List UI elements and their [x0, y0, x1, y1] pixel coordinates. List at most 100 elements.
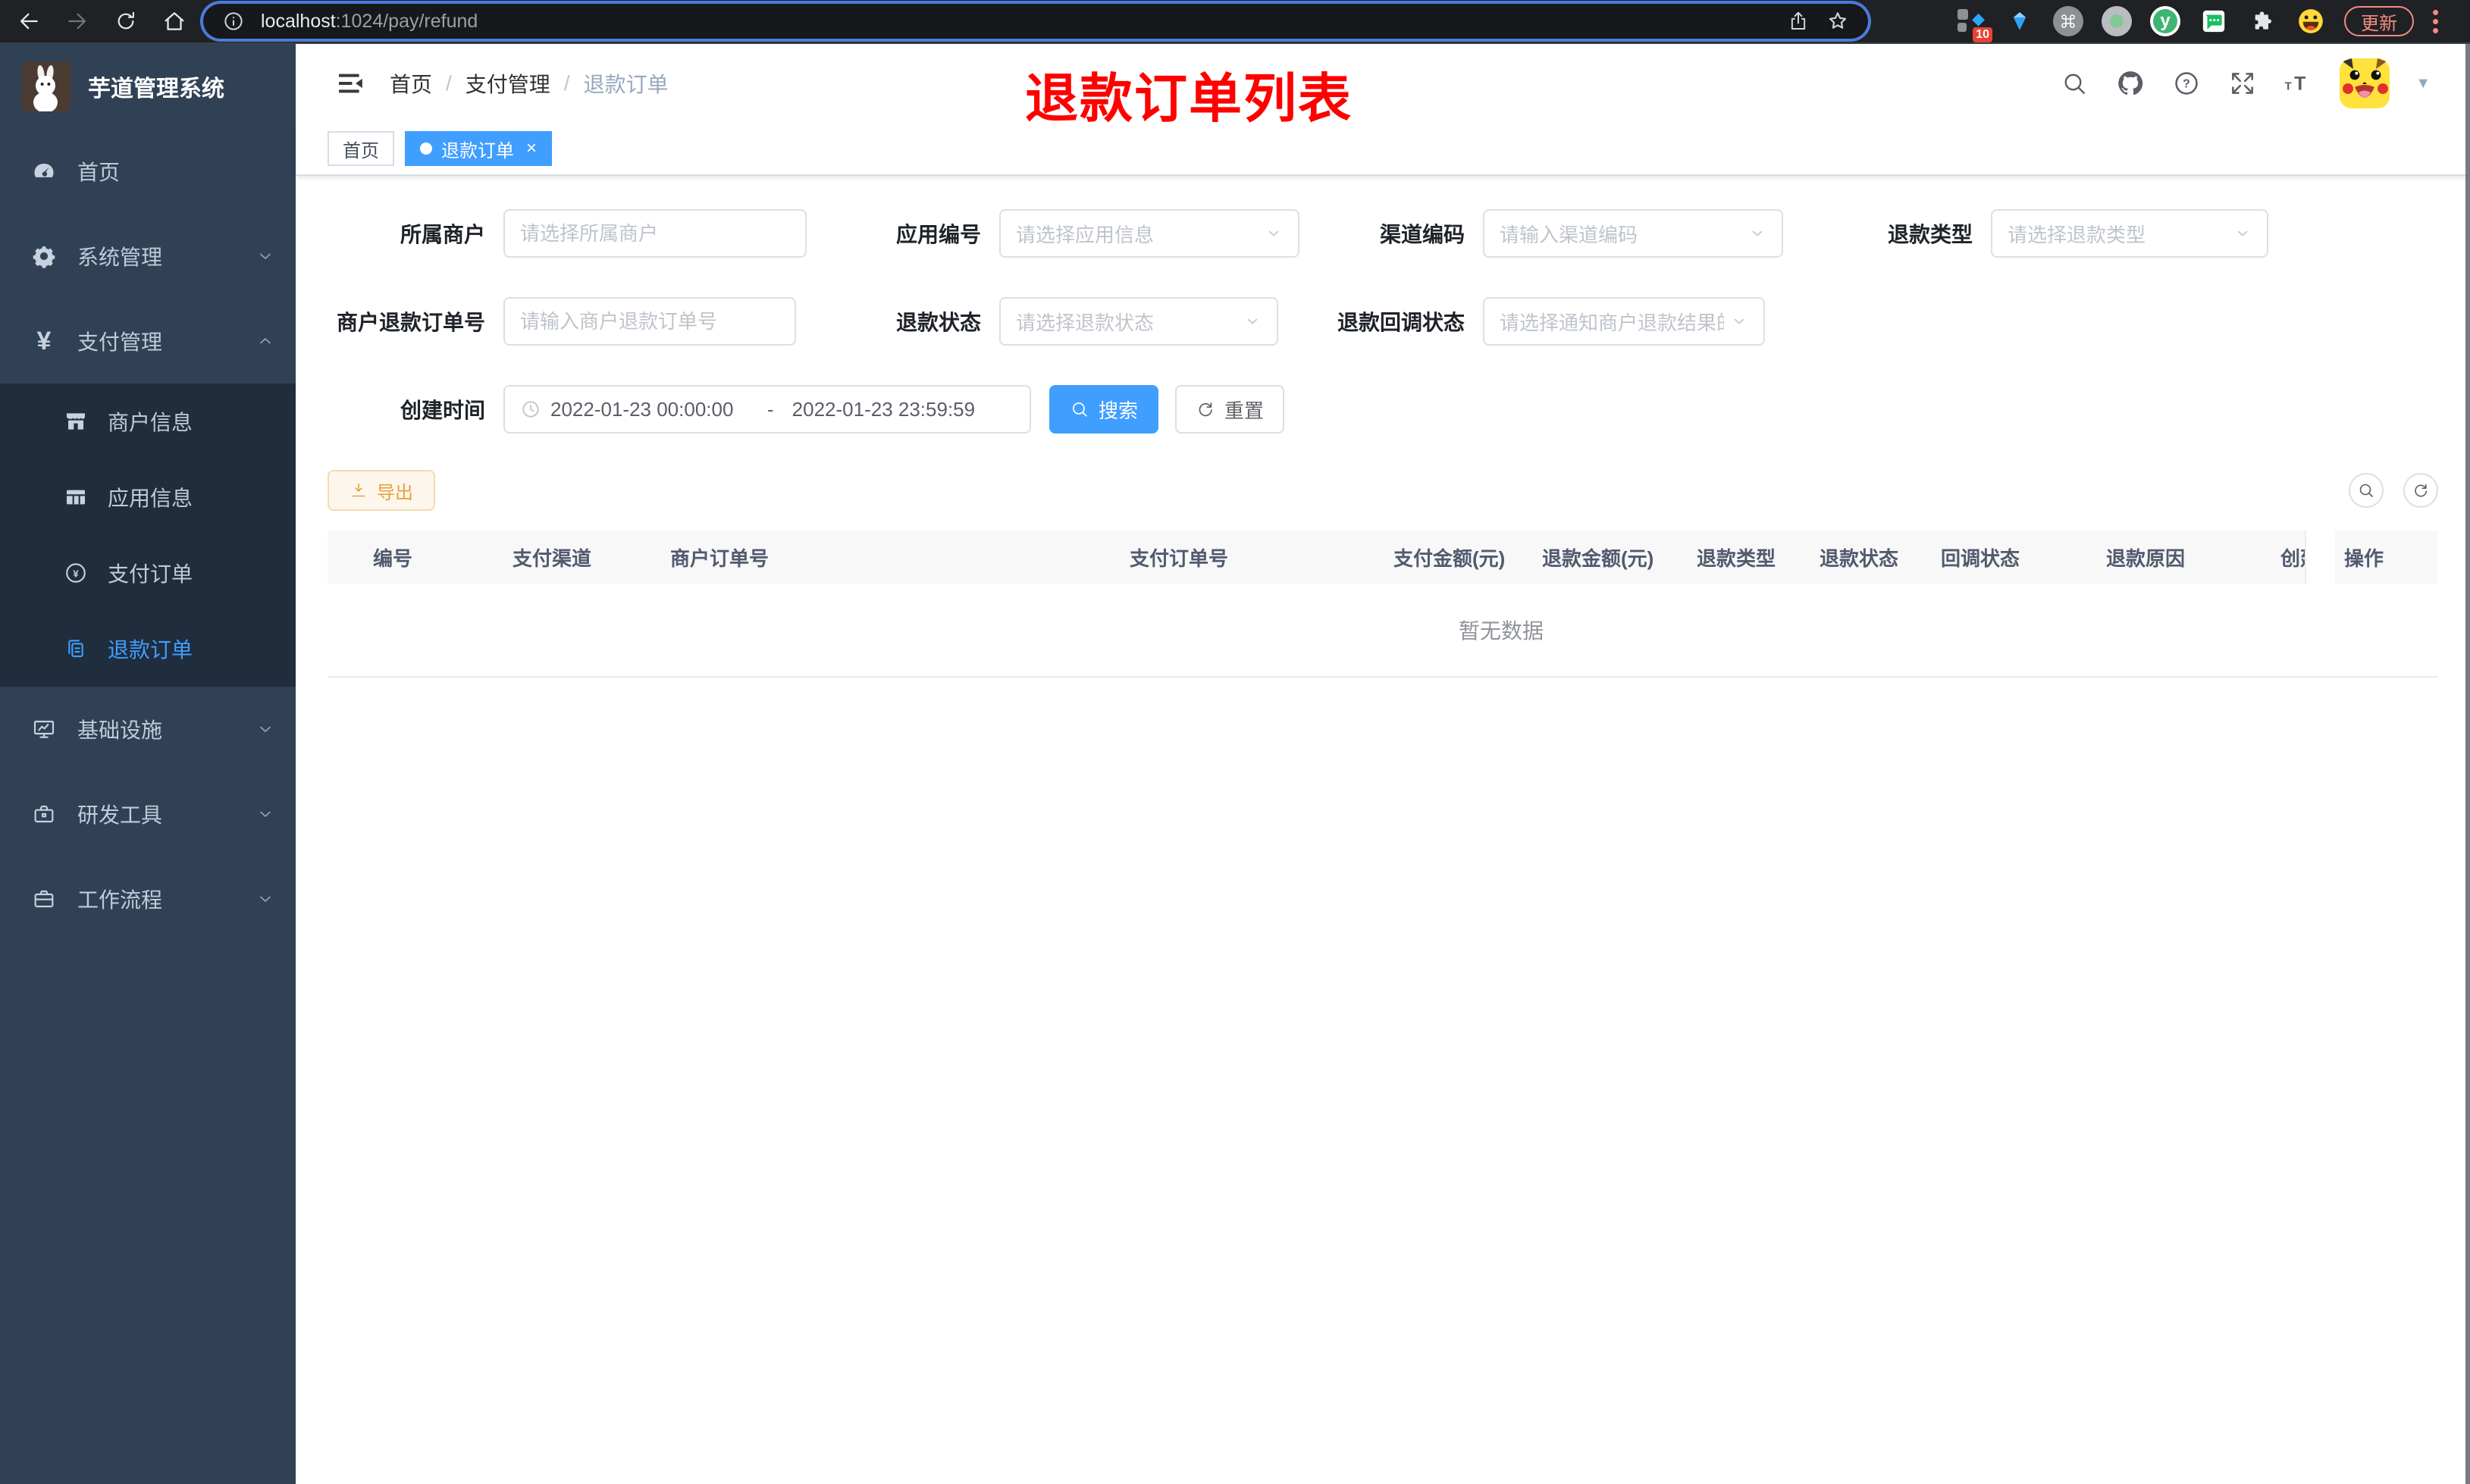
browser-menu-icon[interactable]: • • • [2432, 2, 2439, 40]
tag-dot [420, 142, 432, 155]
col-refund-type: 退款类型 [1697, 546, 1776, 570]
share-icon[interactable] [1783, 6, 1813, 36]
chevron-down-icon [256, 805, 274, 823]
field-label: 退款状态 [895, 311, 981, 334]
sidebar-item-label: 应用信息 [108, 487, 193, 510]
breadcrumb-current: 退款订单 [583, 73, 669, 96]
back-icon[interactable] [12, 5, 45, 38]
sidebar-item-pay[interactable]: ¥ 支付管理 [0, 299, 296, 384]
refresh-icon[interactable] [2403, 473, 2438, 508]
extension-dot-icon[interactable] [2102, 6, 2132, 36]
reset-button[interactable]: 重置 [1175, 385, 1284, 434]
grid-table-icon [64, 485, 88, 509]
breadcrumb-separator: / [563, 71, 570, 95]
refund-docs-icon [64, 637, 88, 661]
extension-chat-icon[interactable] [2199, 6, 2229, 36]
show-search-icon[interactable] [2349, 473, 2384, 508]
merchant-select[interactable] [503, 209, 807, 258]
breadcrumb-pay[interactable]: 支付管理 [465, 68, 550, 99]
main-area: 首页 / 支付管理 / 退款订单 退款订单列表 ? TT ▼ 首页 退款订单 ×… [296, 44, 2470, 1484]
sidebar-item-refund-order[interactable]: 退款订单 [0, 611, 296, 687]
extension-kite-icon[interactable] [2005, 6, 2035, 36]
forward-icon[interactable] [61, 5, 94, 38]
breadcrumb-home[interactable]: 首页 [390, 68, 432, 99]
app-logo [21, 61, 71, 111]
sidebar-item-pay-order[interactable]: ¥ 支付订单 [0, 535, 296, 611]
address-bar[interactable]: localhost:1024/pay/refund [203, 4, 1868, 39]
os-scrollbar[interactable] [2465, 44, 2470, 1484]
empty-text: 暂无数据 [1459, 619, 1544, 643]
search-button[interactable]: 搜索 [1049, 385, 1158, 434]
sidebar-item-label: 退款订单 [108, 638, 193, 662]
date-separator: - [767, 397, 774, 421]
reload-icon[interactable] [109, 5, 143, 38]
chevron-down-icon [1730, 312, 1748, 330]
yen-circle-icon: ¥ [64, 561, 88, 585]
sidebar-item-app-info[interactable]: 应用信息 [0, 459, 296, 535]
caret-down-icon[interactable]: ▼ [2415, 75, 2431, 92]
font-size-icon[interactable]: TT [2283, 68, 2314, 99]
sidebar-logo-row[interactable]: 芋道管理系统 [0, 44, 296, 129]
search-button-label: 搜索 [1098, 399, 1138, 422]
refund-type-select[interactable]: 请选择退款类型 [1991, 209, 2268, 258]
fullscreen-icon[interactable] [2227, 68, 2258, 99]
tag-refund-order[interactable]: 退款订单 × [405, 131, 553, 166]
sidebar-item-infra[interactable]: 基础设施 [0, 687, 296, 772]
merchant-refund-no-input[interactable] [520, 309, 779, 333]
sidebar-item-devtools[interactable]: 研发工具 [0, 772, 296, 856]
notify-status-select[interactable]: 请选择通知商户退款结果的 [1483, 297, 1765, 346]
tag-label: 首页 [343, 140, 379, 161]
extension-command-icon[interactable] [2053, 6, 2083, 36]
screen: localhost:1024/pay/refund ◆ 10 y 更新 • • • [0, 0, 2470, 1484]
extensions-puzzle-icon[interactable] [2247, 6, 2277, 36]
chevron-down-icon [256, 247, 274, 265]
sidebar-item-label: 支付订单 [108, 562, 193, 586]
col-refund-status: 退款状态 [1820, 546, 1899, 570]
extensions-area: ◆ 10 y 更新 • • • [1956, 2, 2439, 42]
extension-utools-icon[interactable]: ◆ 10 [1956, 6, 1992, 42]
chevron-down-icon [256, 890, 274, 908]
dashboard-icon [32, 159, 56, 183]
channel-select[interactable]: 请输入渠道编码 [1483, 209, 1783, 258]
col-refund-reason: 退款原因 [2106, 546, 2186, 570]
app-select[interactable]: 请选择应用信息 [999, 209, 1299, 258]
table-header: 编号 支付渠道 商户订单号 支付订单号 支付金额(元) 退款金额(元) 退款类型… [328, 531, 2438, 584]
pay-submenu: 商户信息 应用信息 ¥ 支付订单 退款订单 [0, 384, 296, 687]
tag-close-icon[interactable]: × [526, 138, 537, 159]
refund-status-select[interactable]: 请选择退款状态 [999, 297, 1278, 346]
chevron-down-icon [2233, 224, 2252, 243]
home-icon[interactable] [158, 5, 191, 38]
tag-home[interactable]: 首页 [328, 131, 394, 166]
chrome-update-button[interactable]: 更新 [2344, 6, 2414, 36]
url-text[interactable]: localhost:1024/pay/refund [261, 11, 1783, 33]
filter-row-2: 商户退款订单号 退款状态 请选择退款状态 退款回调状态 请选择通知商户退款结果的 [328, 297, 2438, 346]
sidebar-item-workflow[interactable]: 工作流程 [0, 856, 296, 941]
sidebar-item-system[interactable]: 系统管理 [0, 214, 296, 299]
sidebar-collapse-icon[interactable] [335, 68, 365, 99]
navbar-actions: ? TT ▼ [2059, 58, 2470, 108]
profile-emoji-icon[interactable] [2296, 6, 2326, 36]
bookmark-star-icon[interactable] [1823, 6, 1853, 36]
toolbox-icon [32, 802, 56, 826]
merchant-input[interactable] [520, 221, 790, 246]
clock-icon [520, 399, 541, 420]
merchant-refund-no-field[interactable] [503, 297, 796, 346]
search-icon[interactable] [2059, 68, 2089, 99]
sidebar-item-merchant-info[interactable]: 商户信息 [0, 384, 296, 459]
sidebar-item-home[interactable]: 首页 [0, 129, 296, 214]
date-range-picker[interactable]: 2022-01-23 00:00:00 - 2022-01-23 23:59:5… [503, 385, 1031, 434]
site-info-icon[interactable] [218, 6, 249, 36]
extension-y-icon[interactable]: y [2150, 6, 2180, 36]
table-toolbar: 导出 [328, 470, 2438, 511]
github-icon[interactable] [2115, 68, 2146, 99]
filter-row-3: 创建时间 2022-01-23 00:00:00 - 2022-01-23 23… [328, 385, 2438, 434]
sidebar-item-label: 商户信息 [108, 411, 193, 434]
help-icon[interactable]: ? [2171, 68, 2202, 99]
date-start-value[interactable]: 2022-01-23 00:00:00 [550, 398, 749, 421]
date-end-value[interactable]: 2022-01-23 23:59:59 [792, 398, 991, 421]
briefcase-icon [32, 887, 56, 911]
sidebar-item-label: 支付管理 [77, 330, 163, 354]
export-button[interactable]: 导出 [328, 470, 435, 511]
avatar[interactable] [2340, 58, 2390, 108]
sidebar: 芋道管理系统 首页 系统管理 ¥ 支付管理 商户信息 应用信息 ¥ 支付订单 退… [0, 44, 296, 1484]
